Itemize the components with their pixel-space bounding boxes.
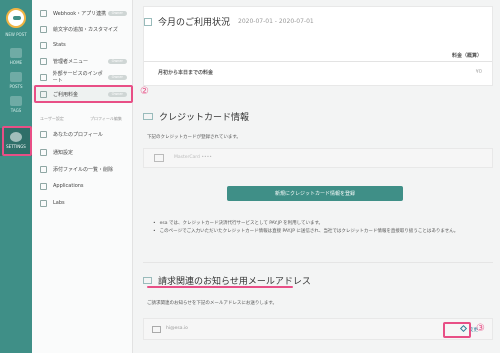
sidebar-item-label: 管理者メニュー	[53, 58, 89, 65]
sidebar-item-label: 外部サービスのインポート	[52, 71, 103, 84]
masked-card-number: MasterCard ••••	[174, 155, 212, 160]
sidebar-item-import[interactable]: 外部サービスのインポート Owner	[32, 68, 133, 86]
new-post-label: NEW POST	[5, 32, 27, 37]
fee-row-label: 月初から本日までの料金	[158, 70, 214, 76]
tags-link[interactable]: TAGS	[0, 96, 32, 113]
owner-badge: Owner	[107, 74, 127, 80]
home-icon	[10, 48, 22, 58]
sidebar-item-label: 添付ファイルの一覧・削除	[53, 166, 114, 173]
billing-email-address: hi@esa.io	[166, 326, 188, 331]
fee-row-value: ¥0	[475, 69, 482, 75]
applications-icon	[40, 182, 47, 190]
profile-icon	[40, 130, 47, 138]
billing-email-desc: ご請求関連のお知らせを下記のメールアドレスにお送りします。	[147, 301, 277, 306]
sidebar-item-label: 絵文字の追加・カスタマイズ	[53, 26, 118, 33]
home-link[interactable]: HOME	[0, 48, 32, 65]
stats-icon	[40, 41, 47, 49]
attachment-icon	[40, 165, 47, 173]
credit-card-heading: クレジットカード情報	[143, 110, 249, 123]
owner-badge: Owner	[107, 10, 127, 16]
mail-icon	[152, 326, 161, 333]
credit-card-title: クレジットカード情報	[159, 113, 250, 123]
owner-badge: Owner	[107, 58, 127, 64]
registered-card-row: MasterCard ••••	[143, 148, 493, 168]
sidebar-item-label: Stats	[53, 42, 66, 48]
webhook-icon	[40, 9, 47, 17]
bell-icon	[40, 148, 47, 156]
usage-title: 今月のご利用状況	[158, 18, 231, 28]
posts-icon	[10, 72, 22, 82]
sidebar-item-label: Webhook・アプリ連携	[53, 10, 107, 17]
sidebar-item-label: Applications	[53, 183, 84, 189]
billing-title-underline	[147, 286, 293, 288]
settings-sidebar: Webhook・アプリ連携 Owner 絵文字の追加・カスタマイズ Stats …	[32, 0, 133, 353]
usage-dates: 2020-07-01 - 2020-07-01	[238, 18, 314, 25]
fee-column-header: 料金（概算）	[451, 53, 482, 59]
edit-highlight	[443, 322, 471, 338]
labs-icon	[40, 199, 47, 207]
calendar-icon	[144, 17, 152, 26]
credit-note-1: esa では、クレジットカード決済代行サービスとして PAY.JP を利用してい…	[159, 221, 324, 226]
usage-card: 今月のご利用状況 2020-07-01 - 2020-07-01 料金（概算） …	[143, 6, 493, 86]
billing-highlight	[34, 85, 133, 103]
sidebar-item-applications[interactable]: Applications	[32, 177, 133, 195]
bullet: •	[153, 229, 156, 234]
register-new-card-button[interactable]: 新規にクレジットカード情報を登録	[227, 186, 403, 201]
section-divider	[143, 262, 493, 263]
credit-notes: • esa では、クレジットカード決済代行サービスとして PAY.JP を利用し…	[153, 220, 483, 236]
posts-label: POSTS	[9, 84, 23, 89]
profile-edit-link[interactable]: プロフィール編集	[90, 116, 122, 122]
sidebar-item-label: あなたのプロフィール	[53, 131, 103, 138]
new-post-link[interactable]: NEW POST	[0, 32, 32, 37]
settings-highlight	[2, 126, 32, 156]
left-rail: NEW POST HOME POSTS TAGS SETTINGS ①	[0, 0, 43, 353]
main-content: 今月のご利用状況 2020-07-01 - 2020-07-01 料金（概算） …	[133, 0, 500, 353]
billing-email-row: hi@esa.io 変更	[143, 318, 493, 340]
tags-icon	[10, 96, 22, 106]
emoji-icon	[40, 25, 47, 33]
home-label: HOME	[9, 60, 23, 65]
sidebar-item-notification[interactable]: 通知設定	[32, 143, 133, 161]
sidebar-item-label: 通知設定	[53, 149, 74, 156]
sidebar-item-attachments[interactable]: 添付ファイルの一覧・削除	[32, 160, 133, 178]
import-icon	[40, 73, 47, 81]
sidebar-item-labs[interactable]: Labs	[32, 194, 133, 212]
marker-3: ③	[476, 323, 485, 334]
divider	[144, 61, 492, 62]
credit-card-registered-text: 下記のクレジットカードが登録されています。	[147, 135, 241, 140]
bullet: •	[153, 221, 156, 226]
credit-card-icon	[143, 113, 153, 120]
sidebar-item-label: Labs	[53, 200, 65, 206]
credit-card-icon	[154, 154, 164, 162]
tags-label: TAGS	[10, 108, 22, 113]
mail-icon	[143, 277, 152, 284]
credit-note-2: このページでご入力いただいたクレジットカード情報は直接 PAY.JP に送信され…	[159, 229, 459, 234]
user-settings-heading: ユーザー設定	[40, 116, 64, 121]
admin-icon	[40, 57, 47, 65]
sidebar-item-profile[interactable]: あなたのプロフィール	[32, 125, 133, 143]
esa-logo[interactable]	[6, 8, 26, 28]
posts-link[interactable]: POSTS	[0, 72, 32, 89]
